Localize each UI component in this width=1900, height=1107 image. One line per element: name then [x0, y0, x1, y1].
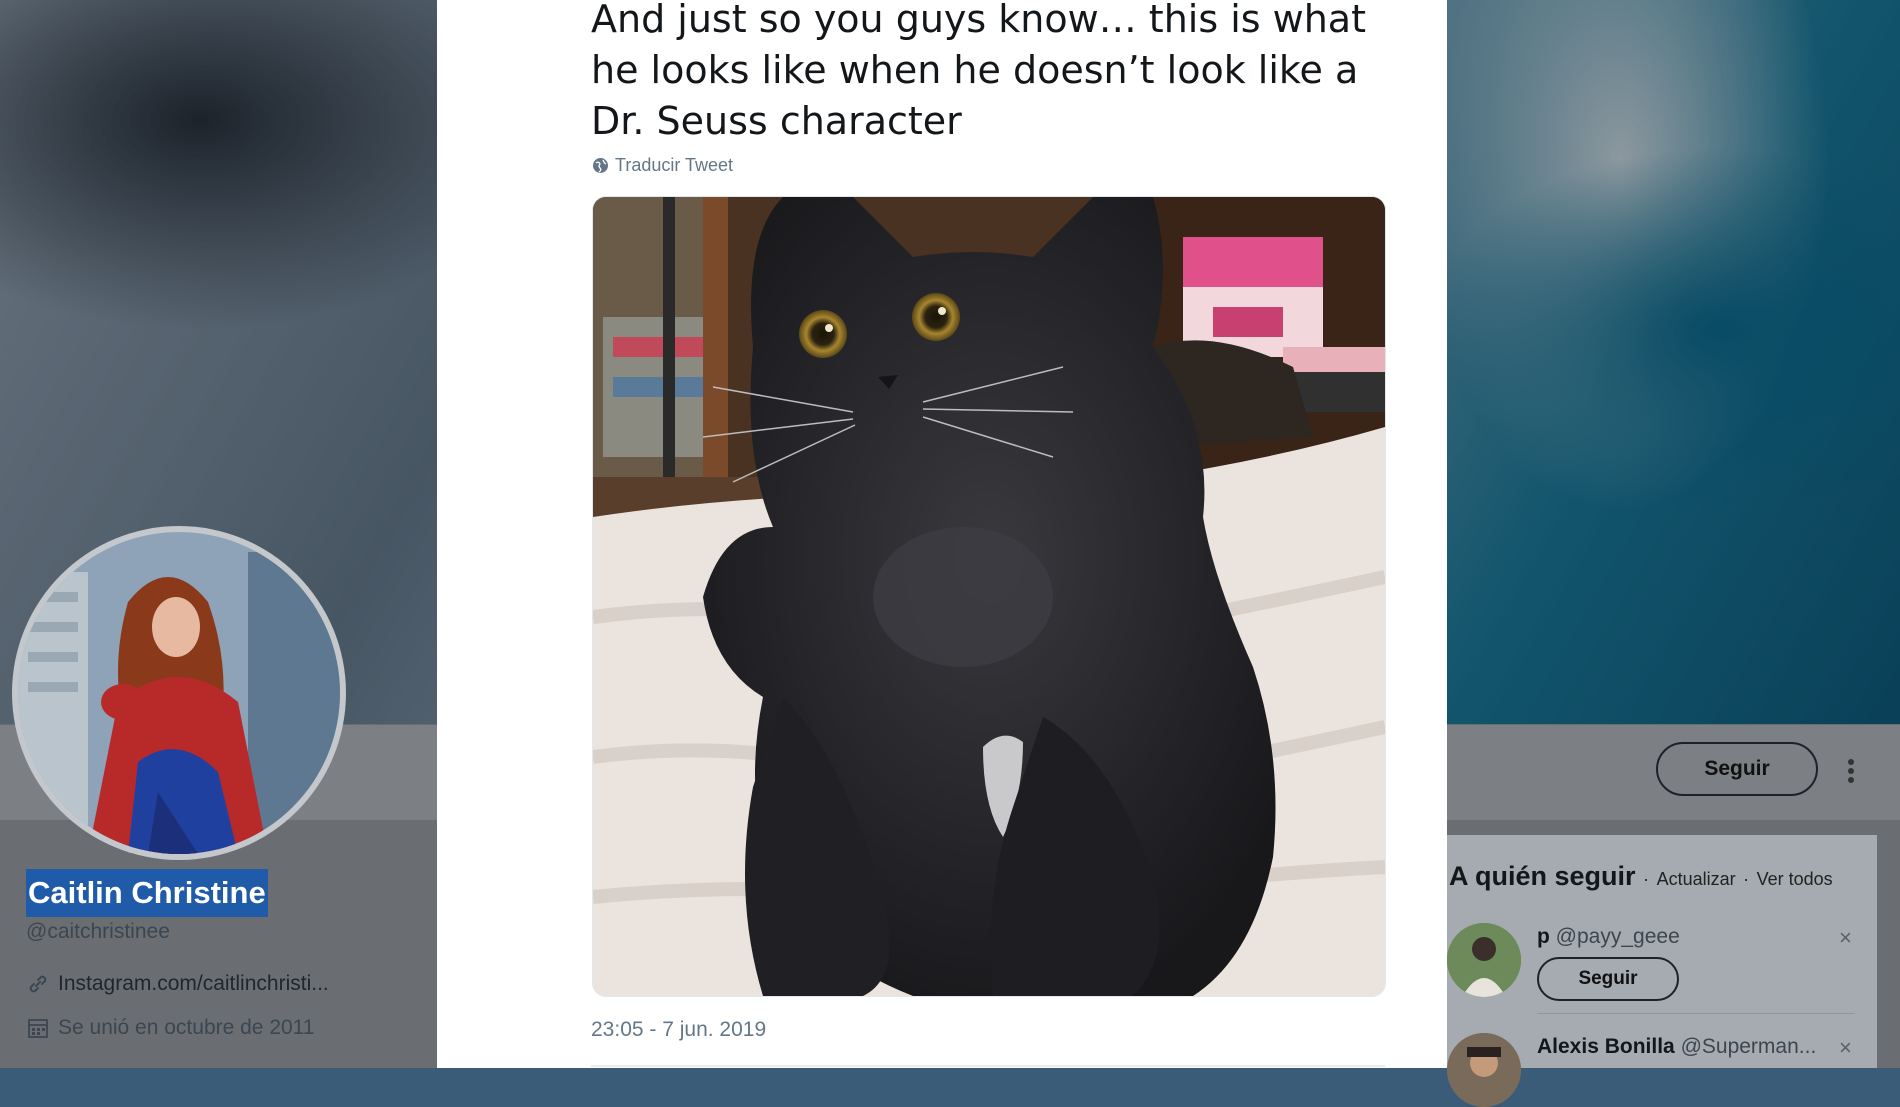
tweet-photo[interactable]: [592, 196, 1386, 997]
profile-website[interactable]: Instagram.com/caitlinchristi...: [26, 972, 329, 996]
suggested-user-handle[interactable]: @payy_geee: [1556, 925, 1680, 948]
translate-tweet-label[interactable]: Traducir Tweet: [615, 155, 733, 176]
profile-joined-text: Se unió en octubre de 2011: [58, 1016, 315, 1039]
who-to-follow-title: A quién seguir: [1449, 861, 1636, 891]
profile-website-text[interactable]: Instagram.com/caitlinchristi...: [58, 972, 329, 996]
translate-tweet-link[interactable]: Traducir Tweet: [592, 155, 733, 176]
profile-joined: Se unió en octubre de 2011: [26, 1016, 314, 1040]
tweet-text: And just so you guys know… this is what …: [591, 0, 1366, 143]
suggested-user-avatar[interactable]: [1447, 1033, 1521, 1107]
who-to-follow-panel: A quién seguir · Actualizar · Ver todos …: [1447, 835, 1877, 1107]
profile-handle: @caitchristinee: [26, 920, 170, 943]
link-icon: [29, 975, 47, 993]
globe-icon: [593, 158, 608, 173]
suggested-user-name[interactable]: p @payy_geee: [1537, 925, 1680, 949]
suggested-user-name[interactable]: Alexis Bonilla @Superman...: [1537, 1035, 1816, 1059]
dismiss-suggestion-icon[interactable]: ×: [1839, 925, 1852, 951]
more-options-icon[interactable]: [1846, 758, 1856, 784]
dismiss-suggestion-icon[interactable]: ×: [1839, 1035, 1852, 1061]
header-separator: ·: [1643, 869, 1650, 889]
refresh-link[interactable]: Actualizar: [1657, 869, 1736, 889]
suggested-user-avatar[interactable]: [1447, 923, 1521, 997]
profile-avatar[interactable]: [18, 532, 340, 854]
calendar-icon: [28, 1019, 48, 1038]
follow-button[interactable]: Seguir: [1656, 742, 1818, 796]
tweet-divider: [591, 1065, 1385, 1067]
header-separator: ·: [1743, 869, 1750, 889]
suggested-user-display-name[interactable]: p: [1537, 925, 1550, 948]
suggested-follow-button[interactable]: Seguir: [1537, 957, 1679, 1001]
suggested-user-display-name[interactable]: Alexis Bonilla: [1537, 1035, 1675, 1058]
view-all-link[interactable]: Ver todos: [1757, 869, 1833, 889]
tweet-modal: And just so you guys know… this is what …: [437, 0, 1447, 1068]
tweet-timestamp[interactable]: 23:05 - 7 jun. 2019: [591, 1018, 766, 1042]
profile-name[interactable]: Caitlin Christine: [26, 869, 268, 917]
who-to-follow-header: A quién seguir · Actualizar · Ver todos: [1449, 861, 1833, 892]
suggested-user-handle[interactable]: @Superman...: [1681, 1035, 1817, 1058]
suggestion-divider: [1537, 1013, 1855, 1014]
